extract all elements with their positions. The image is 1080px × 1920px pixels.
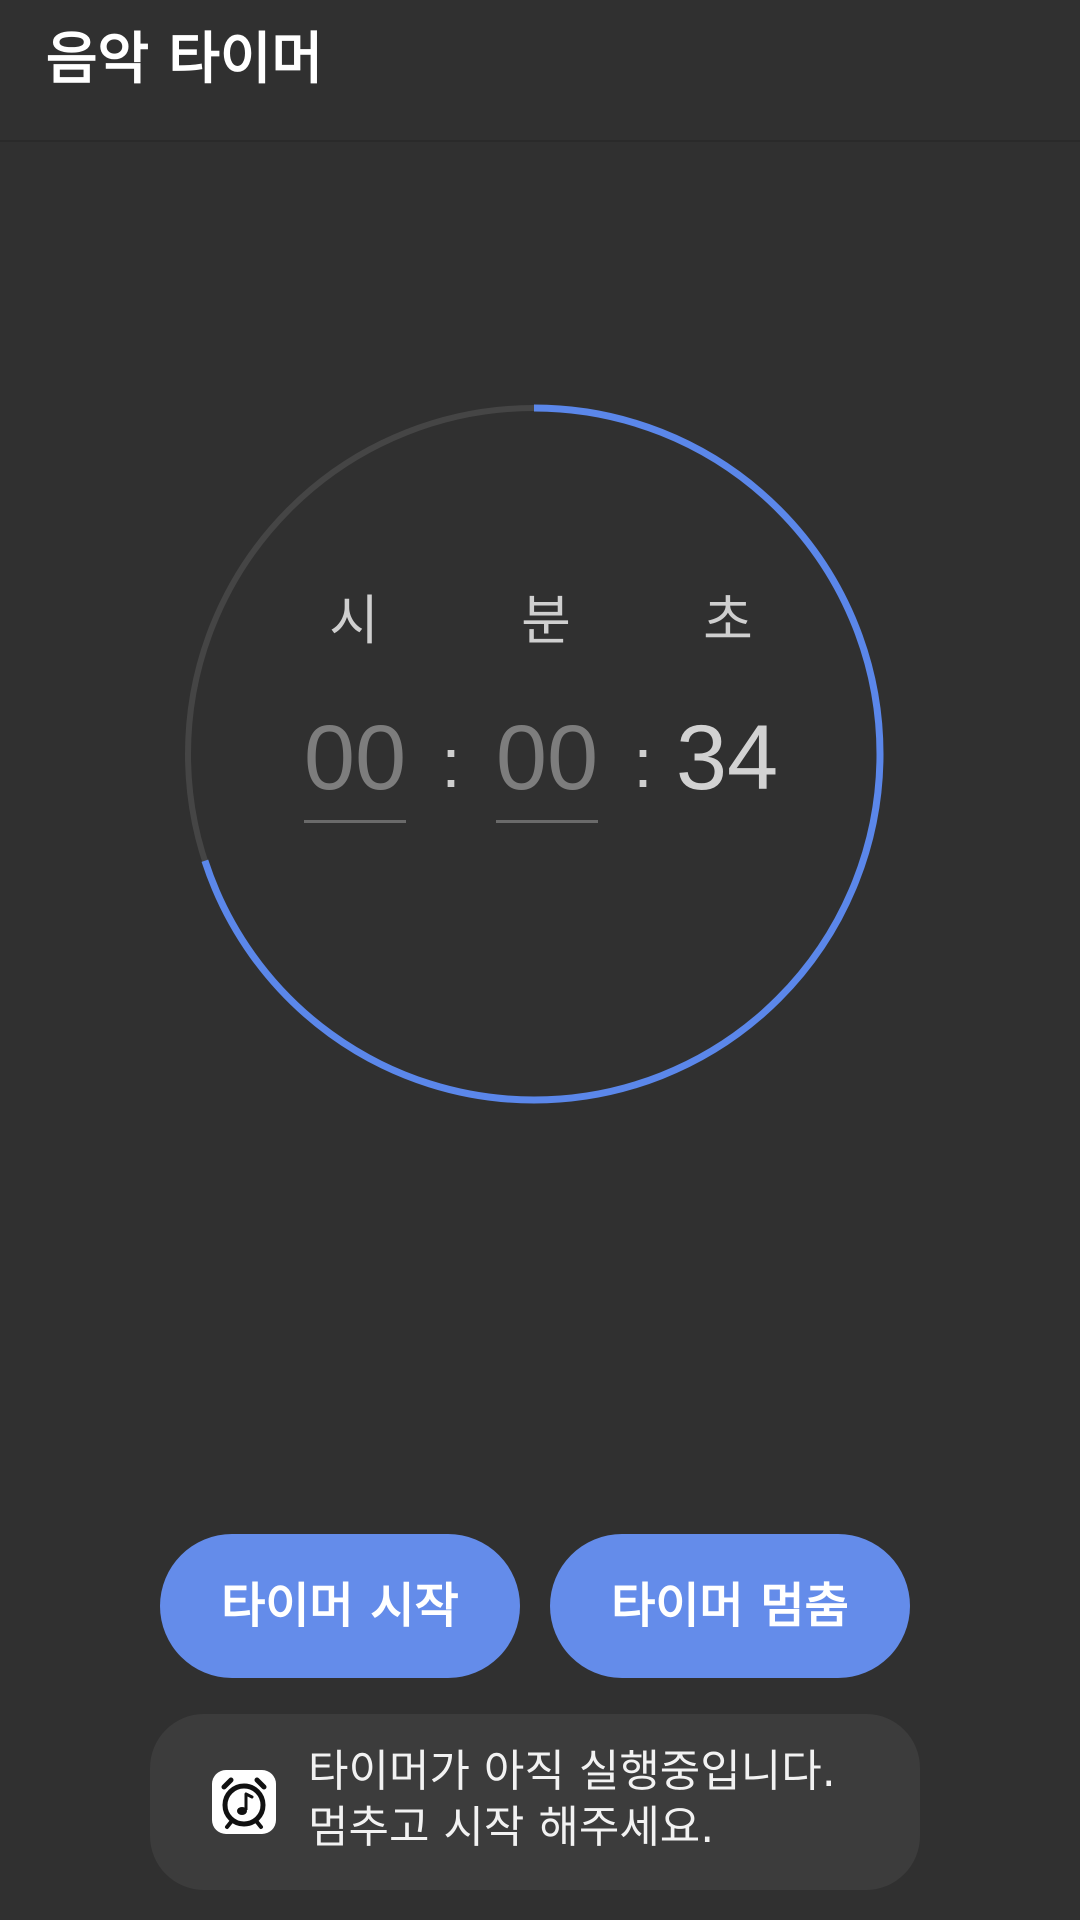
minutes-underline	[496, 820, 598, 823]
seconds-field[interactable]: 34	[672, 705, 782, 811]
toast-message: 타이머가 아직 실행중입니다. 멈추고 시작 해주세요.	[150, 1714, 920, 1890]
toast-line-1: 타이머가 아직 실행중입니다.	[308, 1746, 836, 1797]
timer-progress-ring	[184, 404, 884, 1104]
minutes-field[interactable]: 00	[492, 705, 602, 811]
stop-timer-button[interactable]: 타이머 멈춤	[550, 1534, 910, 1678]
colon-separator: :	[633, 724, 653, 802]
start-timer-button[interactable]: 타이머 시작	[160, 1534, 520, 1678]
music-alarm-icon	[212, 1770, 276, 1834]
minutes-label: 분	[521, 589, 571, 652]
hours-label: 시	[329, 589, 379, 652]
hours-field[interactable]: 00	[300, 705, 410, 811]
colon-separator: :	[441, 724, 461, 802]
hours-underline	[304, 820, 406, 823]
toast-text: 타이머가 아직 실행중입니다. 멈추고 시작 해주세요.	[308, 1744, 908, 1856]
toast-line-2: 멈추고 시작 해주세요.	[308, 1802, 715, 1853]
seconds-label: 초	[703, 589, 753, 652]
